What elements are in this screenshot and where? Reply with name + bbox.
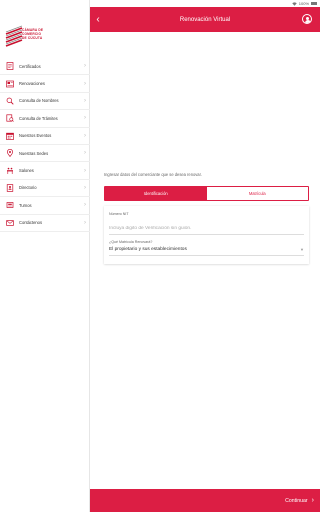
- chevron-right-icon: ›: [84, 184, 86, 191]
- sidebar-item-label: Turnos: [19, 202, 32, 208]
- sidebar-menu: Certificados › Renovaciones › Consulta d…: [0, 58, 90, 232]
- sidebar: CÁMARA DE COMERCIO DE CÚCUTA Certificado…: [0, 0, 90, 512]
- sidebar-item-label: Contáctenos: [19, 220, 42, 226]
- caret-down-icon: ▼: [300, 247, 304, 252]
- sidebar-item-certificados[interactable]: Certificados ›: [0, 58, 90, 76]
- user-profile-icon[interactable]: [302, 14, 312, 24]
- instructions-text: Ingresar datos del comerciante que se de…: [104, 172, 202, 177]
- battery-percent: 100%: [298, 1, 309, 6]
- sidebar-item-label: Consulta de Nombres: [19, 98, 59, 104]
- sidebar-item-consulta-tramites[interactable]: Consulta de Trámites ›: [0, 110, 90, 128]
- sidebar-item-contactenos[interactable]: Contáctenos ›: [0, 215, 90, 232]
- chevron-right-icon: ›: [84, 219, 86, 226]
- back-arrow-icon[interactable]: ‹: [93, 12, 103, 26]
- sidebar-item-sedes[interactable]: Nuestras Sedes ›: [0, 145, 90, 163]
- chevron-right-icon: ›: [84, 80, 86, 87]
- sidebar-item-eventos[interactable]: Nuestros Eventos ›: [0, 128, 90, 145]
- renew-select-value: El propietario y sus establecimientos: [109, 247, 187, 252]
- room-icon: [6, 167, 14, 175]
- renew-field-group: ¿Qué Matrícula Renovará? El propietario …: [109, 240, 304, 256]
- sidebar-item-label: Consulta de Trámites: [19, 115, 58, 121]
- page-title: Renovación Virtual: [179, 16, 231, 23]
- sidebar-item-consulta-nombres[interactable]: Consulta de Nombres ›: [0, 93, 90, 111]
- renew-select[interactable]: El propietario y sus establecimientos ▼: [109, 244, 304, 256]
- sidebar-item-label: Salones: [19, 168, 34, 174]
- sidebar-item-label: Nuestros Eventos: [19, 133, 52, 139]
- chevron-right-icon: ›: [84, 167, 86, 174]
- chevron-right-icon: ›: [84, 150, 86, 157]
- logo-line-3: DE CÚCUTA: [22, 36, 43, 40]
- renewal-icon: [6, 80, 14, 88]
- sidebar-item-label: Renovaciones: [19, 81, 45, 87]
- user-body-shape: [304, 20, 311, 23]
- directory-icon: [6, 184, 14, 192]
- sidebar-item-label: Directorio: [19, 185, 37, 191]
- chevron-right-icon: ›: [84, 202, 86, 209]
- sidebar-item-turnos[interactable]: Turnos ›: [0, 197, 90, 215]
- app-header: ‹ Renovación Virtual: [90, 7, 320, 32]
- sidebar-item-label: Certificados: [19, 63, 41, 69]
- contact-icon: [6, 219, 14, 227]
- nit-input[interactable]: [109, 223, 304, 235]
- sidebar-item-directorio[interactable]: Directorio ›: [0, 180, 90, 198]
- battery-icon: [311, 2, 317, 5]
- sidebar-item-label: Nuestras Sedes: [19, 150, 49, 156]
- wifi-icon: [292, 1, 297, 6]
- form-card: Número NIT ¿Qué Matrícula Renovará? El p…: [104, 206, 309, 264]
- segmented-tabs: Identificación Matrícula: [104, 186, 309, 201]
- chevron-right-icon: ›: [84, 97, 86, 104]
- chevron-right-icon: ›: [84, 63, 86, 70]
- chevron-right-icon: ›: [84, 115, 86, 122]
- chevron-right-icon: ›: [311, 497, 314, 504]
- tab-identificacion[interactable]: Identificación: [105, 187, 207, 200]
- continue-button[interactable]: Continuar ›: [90, 489, 320, 512]
- certificate-icon: [6, 62, 14, 71]
- nit-field-group: Número NIT: [109, 212, 304, 235]
- sidebar-item-renovaciones[interactable]: Renovaciones ›: [0, 75, 90, 93]
- nit-field-label: Número NIT: [109, 212, 129, 216]
- logo-text: CÁMARA DE COMERCIO DE CÚCUTA: [22, 28, 43, 40]
- turn-icon: [6, 201, 14, 209]
- chevron-right-icon: ›: [84, 132, 86, 139]
- sidebar-item-salones[interactable]: Salones ›: [0, 162, 90, 180]
- search-names-icon: [6, 97, 14, 105]
- location-icon: [6, 149, 14, 158]
- procedures-icon: [6, 114, 14, 123]
- calendar-icon: [6, 132, 14, 140]
- tab-matricula[interactable]: Matrícula: [206, 187, 308, 200]
- continue-label: Continuar: [285, 497, 308, 504]
